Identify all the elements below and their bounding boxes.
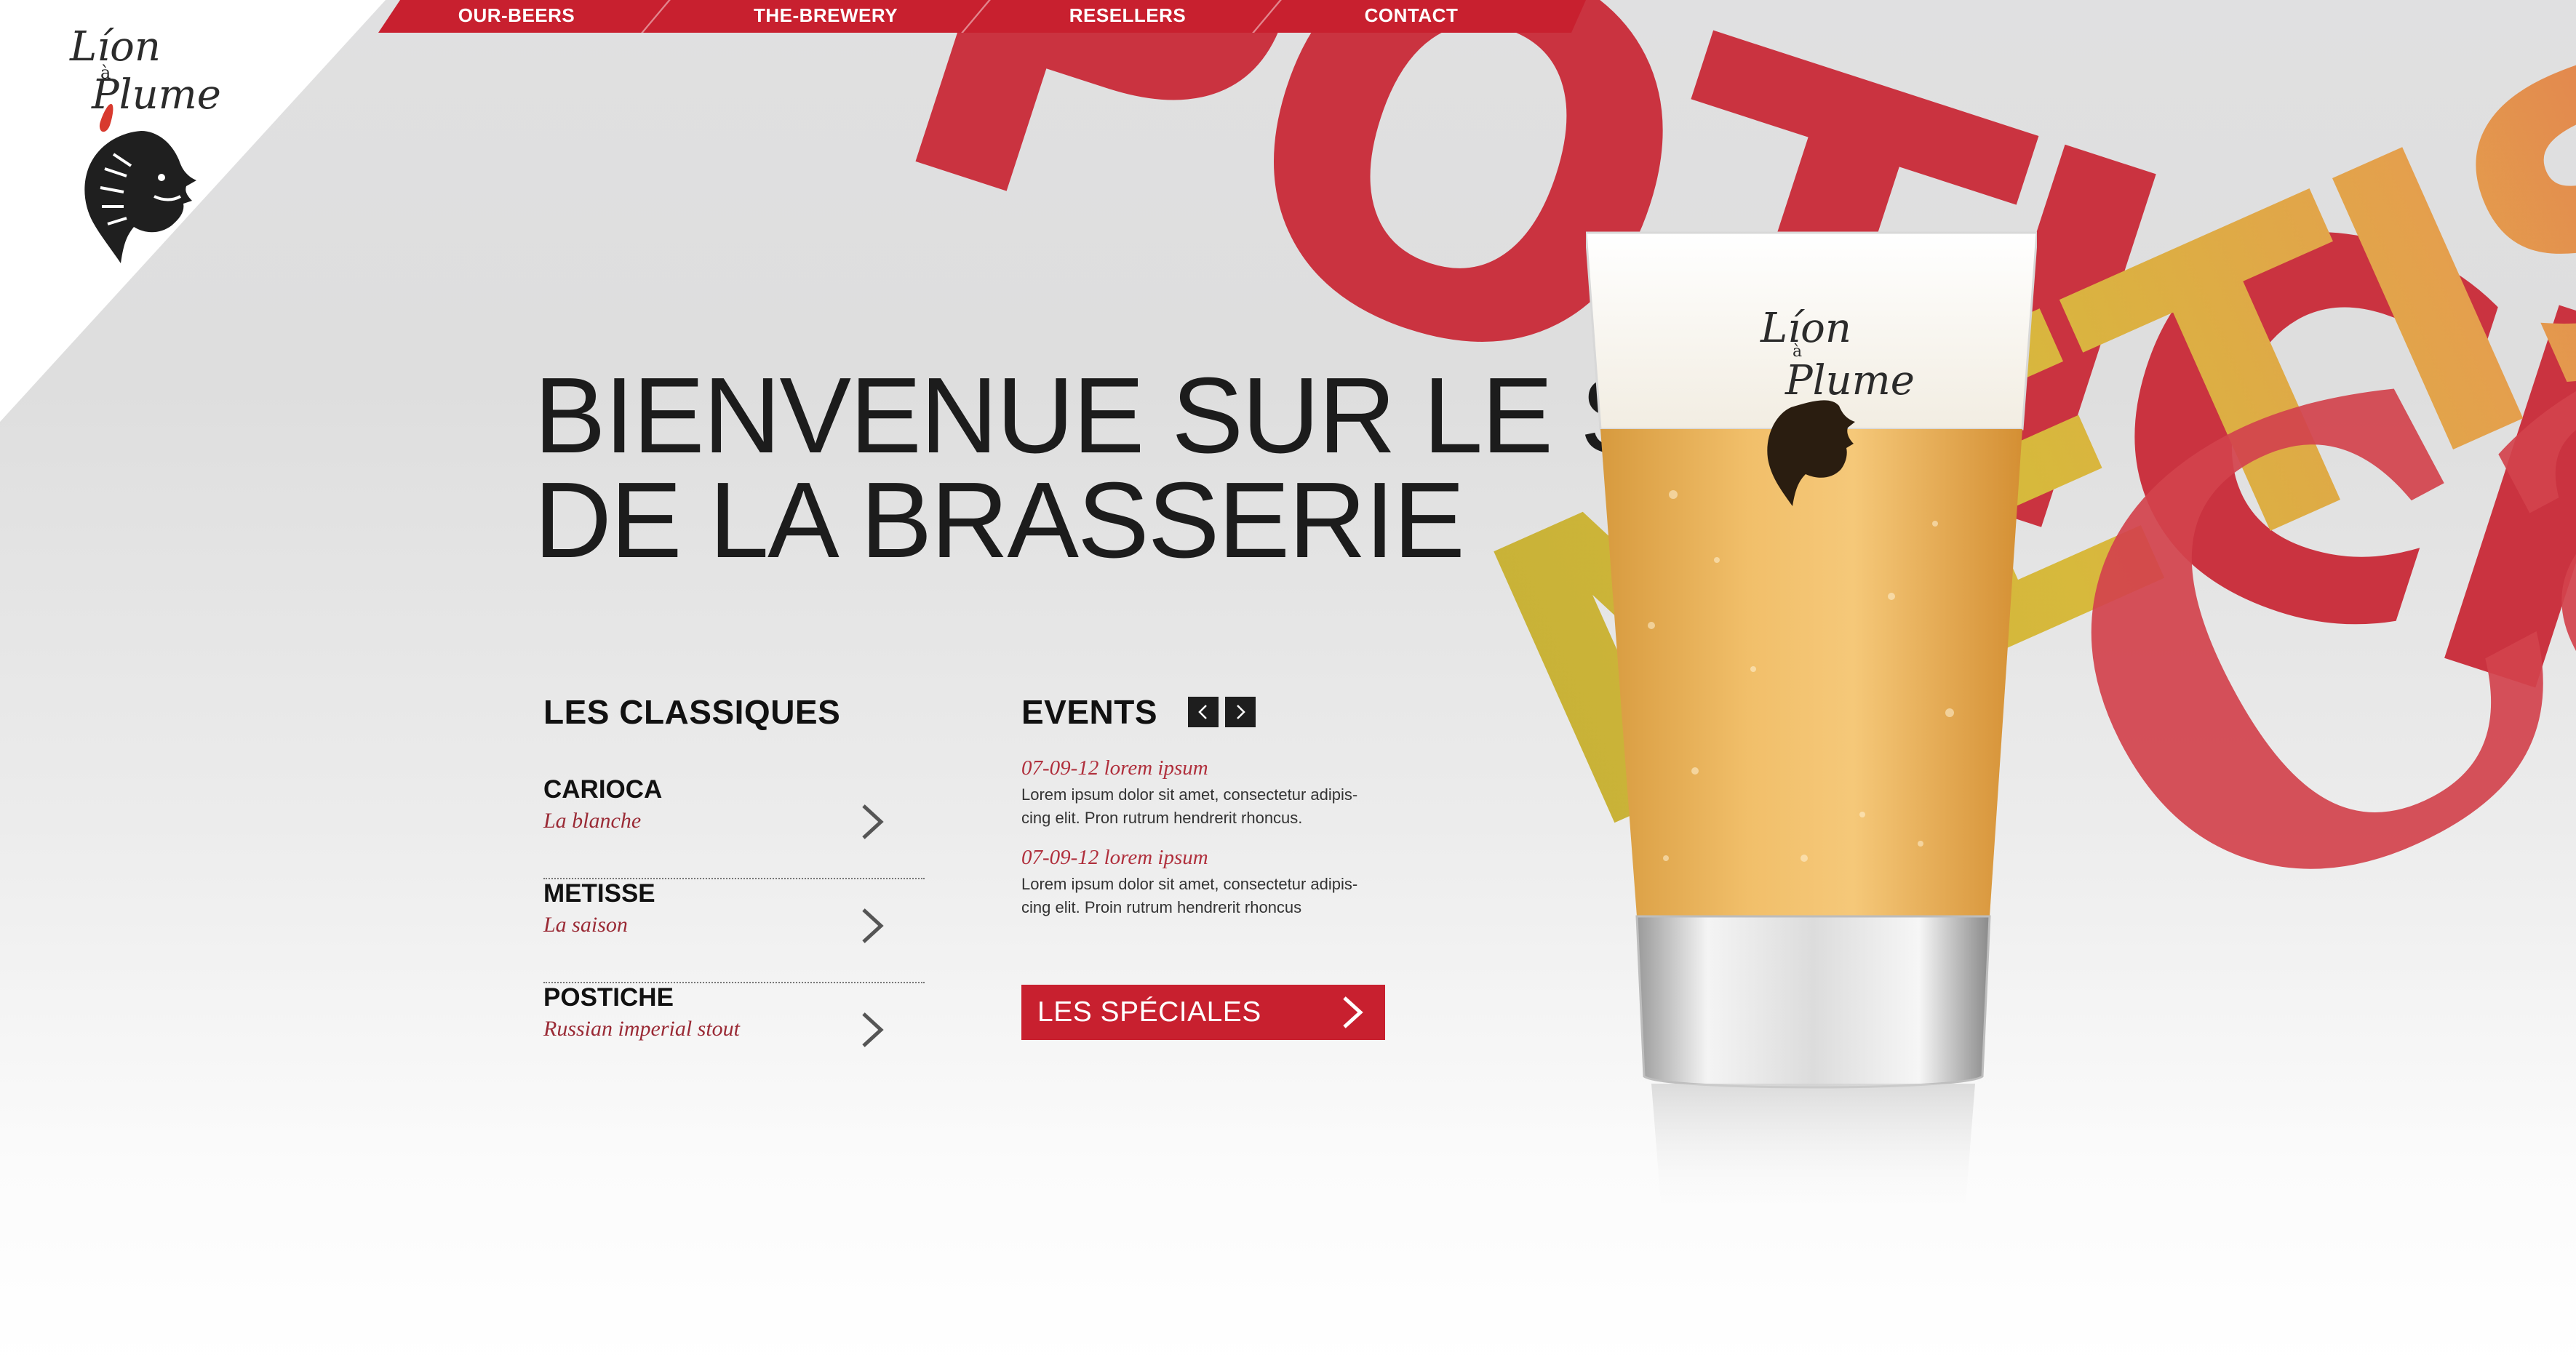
events-header: EVENTS [1021, 692, 1400, 732]
classics-section: LES CLASSIQUES CARIOCA La blanche METISS… [543, 692, 925, 1086]
beer-item-carioca[interactable]: CARIOCA La blanche [543, 775, 925, 879]
site-logo[interactable]: Líon à Plume [67, 22, 221, 263]
chevron-right-icon[interactable] [855, 1011, 890, 1049]
nav-item-our-beers[interactable]: OUR-BEERS [436, 0, 597, 33]
events-pager [1188, 697, 1256, 727]
beer-name: METISSE [543, 879, 655, 908]
event-description: Lorem ipsum dolor sit amet, consectetur … [1021, 785, 1358, 827]
events-section: EVENTS 07-09-12 lorem ipsum Lorem ipsum … [1021, 692, 1400, 919]
specials-button[interactable]: LES SPÉCIALES [1021, 985, 1385, 1040]
svg-text:Líon: Líon [1760, 305, 1851, 352]
chevron-right-icon[interactable] [855, 907, 890, 945]
main-nav: OUR-BEERS THE-BREWERY RESELLERS CONTACT [0, 0, 1600, 33]
classics-title: LES CLASSIQUES [543, 693, 841, 731]
svg-text:Plume: Plume [1785, 357, 1915, 404]
nav-item-the-brewery[interactable]: THE-BREWERY [735, 0, 917, 33]
nav-item-resellers[interactable]: RESELLERS [1048, 0, 1208, 33]
chevron-right-icon [1343, 996, 1363, 1028]
event-item[interactable]: 07-09-12 lorem ipsum Lorem ipsum dolor s… [1021, 846, 1400, 919]
beer-name: CARIOCA [543, 775, 663, 804]
lion-head-icon [84, 131, 197, 263]
events-prev-button[interactable] [1188, 697, 1219, 727]
chevron-right-icon [1237, 705, 1245, 719]
beer-style: La blanche [543, 809, 642, 833]
events-title: EVENTS [1021, 693, 1158, 731]
nav-item-contact[interactable]: CONTACT [1339, 0, 1484, 33]
beer-name: POSTICHE [543, 983, 674, 1012]
event-date: 07-09-12 lorem ipsum [1021, 756, 1208, 780]
beer-item-postiche[interactable]: POSTICHE Russian imperial stout [543, 983, 925, 1086]
event-date: 07-09-12 lorem ipsum [1021, 846, 1208, 869]
beer-style: La saison [543, 913, 628, 937]
event-description: Lorem ipsum dolor sit amet, consectetur … [1021, 875, 1358, 916]
specials-label: LES SPÉCIALES [1037, 996, 1261, 1028]
event-item[interactable]: 07-09-12 lorem ipsum Lorem ipsum dolor s… [1021, 756, 1400, 830]
welcome-heading: BIENVENUE SUR LE SITE DE LA BRASSERIE [534, 356, 1815, 580]
events-next-button[interactable] [1225, 697, 1256, 727]
welcome-line-2: DE LA BRASSERIE [534, 460, 1465, 580]
page: POTICHE METISSE Ca Líon à Plume OUR-BEER… [0, 0, 2576, 1368]
chevron-right-icon[interactable] [855, 803, 890, 841]
chevron-left-icon [1198, 705, 1207, 719]
beer-glass-image: Líon à Plume [1586, 231, 2037, 1222]
welcome-line-1: BIENVENUE SUR LE SITE [534, 356, 1815, 476]
beer-item-metisse[interactable]: METISSE La saison [543, 879, 925, 983]
classics-list: CARIOCA La blanche METISSE La saison POS… [543, 775, 925, 1086]
beer-style: Russian imperial stout [543, 1017, 741, 1041]
